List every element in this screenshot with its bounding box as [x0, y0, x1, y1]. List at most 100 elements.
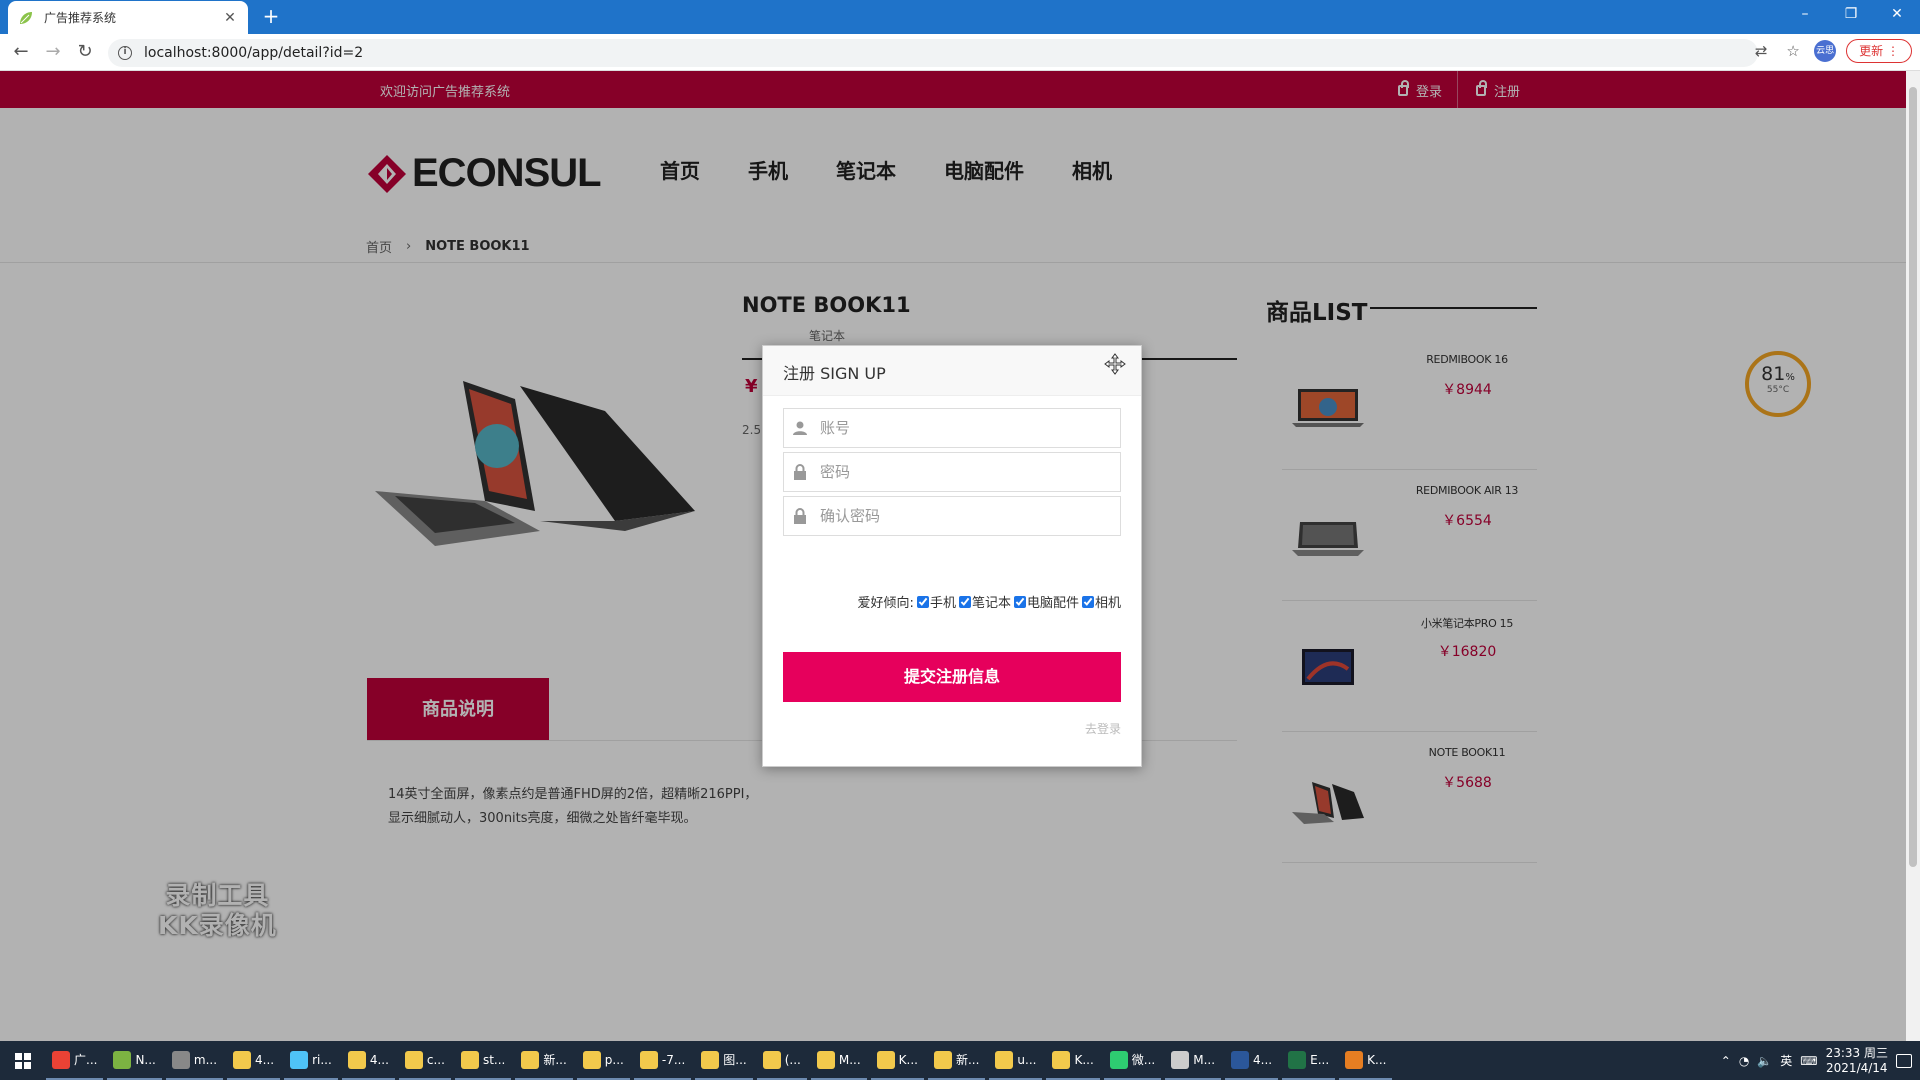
app-icon [404, 1050, 423, 1069]
reload-icon[interactable]: ↻ [72, 40, 98, 66]
restore-button[interactable]: ❐ [1828, 0, 1874, 30]
app-icon [876, 1050, 895, 1069]
taskbar-app[interactable]: c... [398, 1041, 451, 1080]
app-icon [1109, 1050, 1128, 1069]
app-label: (... [784, 1052, 801, 1067]
app-icon [701, 1050, 720, 1069]
tray-chevron-icon[interactable]: ⌃ [1721, 1054, 1731, 1068]
app-label: E... [1310, 1052, 1330, 1067]
site-info-icon[interactable]: i [118, 46, 132, 60]
web-page: 欢迎访问广告推荐系统 登录 注册 ECONSUL 首页 手机 笔记本 电脑配件 … [0, 71, 1906, 1041]
windows-start-icon[interactable] [0, 1041, 46, 1080]
taskbar-app[interactable]: E... [1282, 1041, 1336, 1080]
new-tab-button[interactable]: + [258, 4, 284, 30]
app-icon [1171, 1050, 1190, 1069]
wifi-icon[interactable]: ◔ [1739, 1054, 1749, 1068]
app-label: 4... [369, 1052, 389, 1067]
app-label: 图... [723, 1053, 747, 1067]
forward-arrow-icon[interactable]: → [40, 40, 66, 66]
taskbar-app[interactable]: 图... [695, 1041, 753, 1080]
clock[interactable]: 23:33 周三 2021/4/14 [1826, 1046, 1888, 1076]
taskbar-app[interactable]: 微... [1103, 1041, 1162, 1080]
lock-icon [794, 508, 806, 524]
pref-phone-checkbox[interactable] [916, 595, 929, 608]
taskbar-app[interactable]: 4... [227, 1041, 281, 1080]
pref-camera-checkbox[interactable] [1081, 595, 1094, 608]
password-field[interactable] [783, 452, 1121, 492]
password-input[interactable] [820, 463, 1110, 481]
notification-icon[interactable] [1896, 1053, 1912, 1068]
app-label: st... [482, 1052, 506, 1067]
taskbar-app[interactable]: M... [810, 1041, 867, 1080]
clock-time: 23:33 周三 [1825, 1045, 1888, 1060]
taskbar-app[interactable]: ri... [284, 1041, 338, 1080]
pref-notebook-label: 笔记本 [971, 596, 1011, 611]
pref-accessory-label: 电脑配件 [1026, 596, 1079, 611]
taskbar-app[interactable]: m... [165, 1041, 224, 1080]
url-text[interactable]: localhost:8000/app/detail?id=2 [144, 45, 363, 61]
submit-register-button[interactable]: 提交注册信息 [783, 652, 1121, 702]
pref-notebook-checkbox[interactable] [958, 595, 971, 608]
go-login-link[interactable]: 去登录 [1085, 720, 1121, 737]
taskbar-app[interactable]: st... [454, 1041, 512, 1080]
taskbar-app[interactable]: N... [107, 1041, 162, 1080]
back-arrow-icon[interactable]: ← [8, 40, 34, 66]
taskbar-app[interactable]: 新... [515, 1041, 573, 1080]
translate-icon[interactable]: ⇄ [1750, 40, 1772, 62]
app-label: 广... [74, 1053, 98, 1067]
taskbar-app[interactable]: p... [576, 1041, 630, 1080]
scroll-thumb[interactable] [1909, 87, 1917, 867]
browser-tab[interactable]: 广告推荐系统 ✕ [8, 1, 248, 34]
app-label: K... [1074, 1052, 1094, 1067]
taskbar-apps: 广... N... m... 4... ri... 4... c... st... 新... p.… [46, 1041, 1396, 1080]
app-label: M... [838, 1052, 861, 1067]
app-label: p... [604, 1052, 624, 1067]
ime-indicator[interactable]: 英 [1780, 1052, 1792, 1069]
close-window-button[interactable]: ✕ [1874, 0, 1920, 30]
taskbar-app[interactable]: K... [1046, 1041, 1100, 1080]
app-label: -7... [661, 1052, 686, 1067]
taskbar-app[interactable]: 4... [1225, 1041, 1279, 1080]
app-label: m... [193, 1052, 218, 1067]
taskbar-app[interactable]: K... [1339, 1041, 1393, 1080]
app-icon [290, 1050, 309, 1069]
profile-avatar[interactable]: 云思 [1814, 40, 1837, 62]
taskbar-app[interactable]: 广... [46, 1041, 104, 1080]
app-label: K... [898, 1052, 918, 1067]
taskbar-app[interactable]: M... [1165, 1041, 1222, 1080]
leaf-favicon-icon [20, 11, 32, 24]
app-label: 4... [255, 1052, 275, 1067]
app-label: K... [1367, 1052, 1387, 1067]
pref-accessory-checkbox[interactable] [1013, 595, 1026, 608]
minimize-button[interactable]: – [1782, 0, 1828, 30]
app-icon [1288, 1050, 1307, 1069]
keyboard-icon[interactable]: ⌨ [1800, 1054, 1817, 1068]
account-field[interactable] [783, 408, 1121, 448]
app-icon [762, 1050, 781, 1069]
app-icon [113, 1050, 132, 1069]
app-label: c... [426, 1052, 445, 1067]
app-label: 4... [1253, 1052, 1273, 1067]
page-scrollbar[interactable] [1906, 71, 1920, 1041]
taskbar-app[interactable]: 新... [927, 1041, 986, 1080]
url-bar[interactable]: i localhost:8000/app/detail?id=2 [108, 39, 1758, 67]
move-icon[interactable] [1103, 352, 1127, 376]
volume-icon[interactable]: 🔈 [1757, 1054, 1772, 1068]
app-icon [816, 1050, 835, 1069]
taskbar-app[interactable]: (... [756, 1041, 807, 1080]
window-controls: – ❐ ✕ [1782, 0, 1920, 30]
preference-group: 爱好倾向: 手机 笔记本 电脑配件 相机 [858, 592, 1121, 611]
confirm-password-field[interactable] [783, 496, 1121, 536]
confirm-password-input[interactable] [820, 507, 1110, 525]
update-button[interactable]: 更新 ⋮ [1846, 39, 1912, 63]
taskbar-app[interactable]: -7... [633, 1041, 692, 1080]
preference-label: 爱好倾向: [857, 596, 914, 611]
bookmark-star-icon[interactable]: ☆ [1782, 40, 1804, 62]
taskbar-app[interactable]: u... [989, 1041, 1043, 1080]
taskbar-app[interactable]: 4... [341, 1041, 395, 1080]
tab-close-icon[interactable]: ✕ [222, 10, 238, 26]
address-toolbar: ← → ↻ i localhost:8000/app/detail?id=2 ⇄… [0, 34, 1920, 71]
account-input[interactable] [820, 419, 1110, 437]
app-icon [233, 1050, 252, 1069]
taskbar-app[interactable]: K... [870, 1041, 924, 1080]
